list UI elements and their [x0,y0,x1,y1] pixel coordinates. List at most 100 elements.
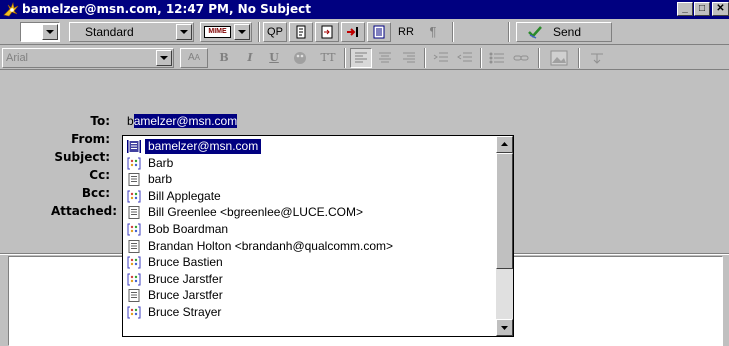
arrow-into-bar-icon [347,27,358,37]
qp-button[interactable]: QP [263,22,287,42]
document-icon [373,25,385,39]
scroll-down-button[interactable] [496,319,513,336]
message-toolbar: Standard MIME QP RR ¶ Send [0,19,729,45]
toolbar-separator [538,48,540,68]
address-card-icon [128,173,140,187]
toolbar-separator [480,48,482,68]
word-wrap-button[interactable] [289,22,313,42]
priority-select[interactable] [20,22,60,42]
from-label: From: [71,132,110,146]
autocomplete-item[interactable]: barb [127,172,497,187]
group-icon [127,273,141,286]
mime-select[interactable]: MIME [200,22,252,42]
autocomplete-item[interactable]: Bob Boardman [127,222,497,237]
mime-label: MIME [204,26,231,38]
group-icon [127,306,141,319]
chevron-down-icon [501,326,508,330]
to-typed-text: b [127,114,134,128]
send-check-icon [528,26,542,39]
cc-label: Cc: [89,168,110,182]
autocomplete-item[interactable]: bamelzer@msn.com [127,139,497,154]
font-select[interactable]: Arial [2,48,174,68]
toolbar-separator [508,22,510,42]
group-icon [127,223,141,236]
insert-picture-button[interactable] [546,48,572,68]
signature-button[interactable]: ¶ [421,22,445,42]
palette-icon [294,52,306,64]
autocomplete-item[interactable]: Bruce Jarstfer [127,288,497,303]
chevron-down-icon[interactable] [234,24,250,40]
autocomplete-item[interactable]: Bruce Strayer [127,305,497,320]
send-button[interactable]: Send [516,22,612,42]
bold-button[interactable]: B [212,48,236,68]
indent-icon [433,52,448,62]
clear-formatting-button[interactable] [584,48,610,68]
eudora-app-icon [3,2,19,17]
list-scrollbar[interactable] [496,136,513,336]
autocomplete-item-label: Bill Greenlee <bgreenlee@LUCE.COM> [148,205,363,220]
style-select[interactable]: Standard [69,22,194,42]
outdent-icon [457,52,472,62]
autocomplete-item[interactable]: Bill Greenlee <bgreenlee@LUCE.COM> [127,205,497,220]
close-button[interactable]: ✕ [712,2,729,16]
address-card-icon [128,289,140,303]
color-button[interactable] [288,48,312,68]
chevron-down-icon[interactable] [156,50,172,66]
address-card-icon [128,206,140,220]
outdent-button[interactable] [454,48,476,68]
bullet-list-button[interactable] [486,48,508,68]
align-center-icon [379,52,391,63]
font-value: Arial [6,52,29,64]
autocomplete-item-label: Bruce Bastien [148,255,223,270]
autocomplete-item-label: Bruce Jarstfer [148,271,223,286]
indent-button[interactable] [430,48,452,68]
autocomplete-item[interactable]: Barb [127,156,497,171]
underline-button[interactable]: U [262,48,286,68]
group-icon [127,190,141,203]
picture-icon [550,50,568,66]
bullet-list-icon [489,52,504,64]
send-label: Send [553,25,582,39]
tab-in-body-button[interactable] [315,22,339,42]
align-center-button[interactable] [374,48,396,68]
autocomplete-item[interactable]: Bruce Jarstfer [127,272,497,287]
text-as-attachment-button[interactable] [367,22,391,42]
teletype-button[interactable]: TT [316,48,340,68]
tab-icon [321,25,333,39]
autocomplete-item-label: Bill Applegate [148,188,221,203]
return-receipt-button[interactable]: RR [393,22,419,42]
address-autocomplete-list[interactable]: bamelzer@msn.com Barb barb Bill Applegate Bi… [122,135,514,337]
italic-button[interactable]: I [238,48,262,68]
keep-copies-button[interactable] [341,22,365,42]
autocomplete-item[interactable]: Bill Applegate [127,189,497,204]
to-autocomplete-text: amelzer@msn.com [133,114,238,128]
scroll-up-button[interactable] [496,136,513,153]
formatting-toolbar: Arial AA B I U TT [0,45,729,70]
autocomplete-item-label: Brandan Holton <brandanh@qualcomm.com> [148,238,393,253]
autocomplete-item-label: bamelzer@msn.com [145,139,262,154]
align-right-button[interactable] [398,48,420,68]
style-value: Standard [85,25,134,39]
maximize-button[interactable]: □ [694,2,710,16]
chevron-up-icon [501,142,508,146]
chevron-down-icon[interactable] [176,24,192,40]
toolbar-separator [258,22,260,42]
to-label: To: [90,114,110,128]
subject-label: Subject: [54,150,110,164]
font-size-button[interactable]: AA [180,48,208,68]
insert-link-button[interactable] [510,48,532,68]
autocomplete-item[interactable]: Brandan Holton <brandanh@qualcomm.com> [127,239,497,254]
autocomplete-item-label: Bruce Jarstfer [148,288,223,303]
autocomplete-item[interactable]: Bruce Bastien [127,255,497,270]
clear-format-icon [591,53,603,64]
autocomplete-item-label: Bruce Strayer [148,305,222,319]
align-right-icon [403,52,415,63]
chevron-down-icon[interactable] [42,24,58,40]
autocomplete-item-label: Bob Boardman [148,222,229,236]
toolbar-separator [344,48,346,68]
group-icon [127,157,141,170]
align-left-button[interactable] [350,48,372,68]
to-field[interactable]: bamelzer@msn.com [127,114,238,128]
scroll-thumb[interactable] [496,153,513,269]
minimize-button[interactable]: _ [677,2,693,16]
